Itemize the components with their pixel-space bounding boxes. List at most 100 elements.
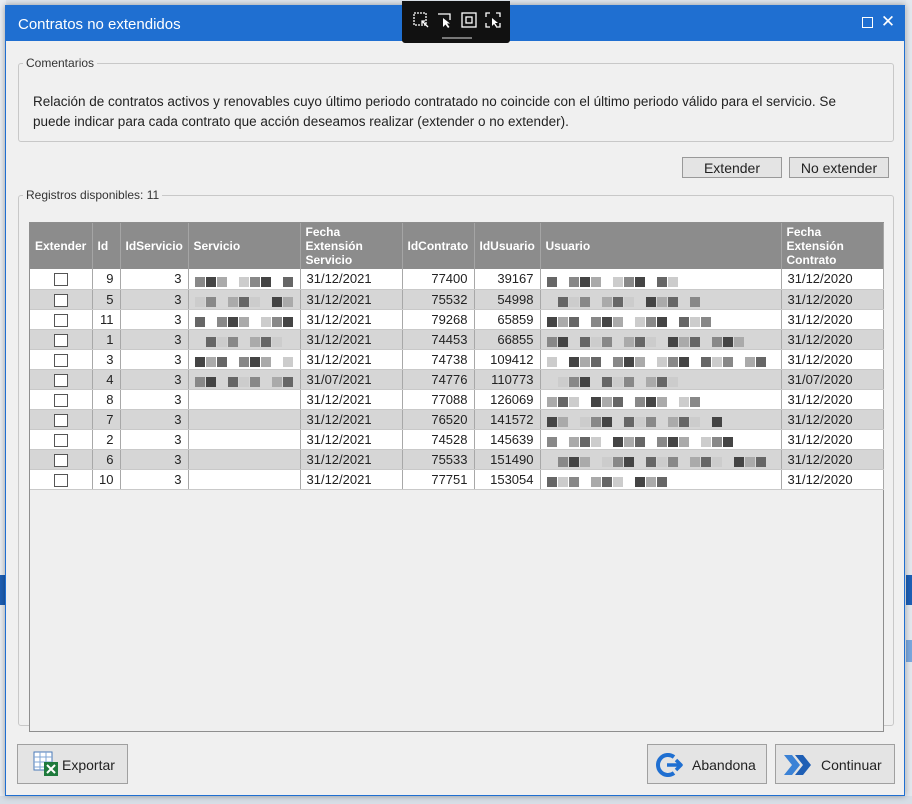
col-servicio[interactable]: Servicio	[188, 223, 301, 269]
snip-window-icon[interactable]	[460, 11, 478, 29]
id-cell: 5	[92, 289, 121, 310]
col-idcontrato[interactable]: IdContrato	[402, 223, 475, 269]
fecha-contrato-cell: 31/12/2020	[781, 309, 884, 330]
col-fecha-ext-servicio[interactable]: Fecha Extensión Servicio	[300, 223, 403, 269]
table-row[interactable]: 10 3 31/12/2021 77751 153054 31/12/2020	[30, 469, 884, 490]
idservicio-cell: 3	[120, 349, 189, 370]
fecha-servicio-cell: 31/12/2021	[300, 469, 403, 490]
servicio-cell	[188, 429, 301, 450]
usuario-cell	[540, 329, 782, 350]
redacted-text	[194, 275, 294, 287]
table-row[interactable]: 5 3 31/12/2021 75532 54998 31/12/2020	[30, 289, 884, 310]
servicio-cell	[188, 369, 301, 390]
extender-checkbox[interactable]	[53, 333, 68, 347]
extender-cell	[30, 329, 93, 350]
idusuario-cell: 151490	[474, 449, 541, 470]
snip-toolbar-handle[interactable]	[442, 37, 472, 39]
usuario-cell	[540, 469, 782, 490]
col-usuario[interactable]: Usuario	[540, 223, 782, 269]
col-extender[interactable]: Extender	[30, 223, 93, 269]
idcontrato-cell: 74738	[402, 349, 475, 370]
abandona-button[interactable]: Abandona	[647, 744, 767, 784]
id-cell: 7	[92, 409, 121, 430]
snip-freeform-icon[interactable]	[436, 11, 454, 29]
extender-checkbox[interactable]	[53, 473, 68, 487]
exportar-button[interactable]: Exportar	[17, 744, 128, 784]
fecha-servicio-cell: 31/12/2021	[300, 449, 403, 470]
table-row[interactable]: 7 3 31/12/2021 76520 141572 31/12/2020	[30, 409, 884, 430]
fecha-contrato-cell: 31/12/2020	[781, 469, 884, 490]
usuario-cell	[540, 289, 782, 310]
idservicio-cell: 3	[120, 309, 189, 330]
idusuario-cell: 109412	[474, 349, 541, 370]
redacted-text	[546, 315, 723, 328]
idusuario-cell: 39167	[474, 269, 541, 290]
servicio-cell	[188, 409, 301, 430]
fecha-servicio-cell: 31/12/2021	[300, 329, 403, 350]
redacted-text	[546, 395, 701, 408]
table-row[interactable]: 6 3 31/12/2021 75533 151490 31/12/2020	[30, 449, 884, 470]
exportar-label: Exportar	[62, 757, 115, 773]
idservicio-cell: 3	[120, 329, 189, 350]
table-header: Extender Id IdServicio Servicio Fecha Ex…	[30, 223, 884, 269]
idusuario-cell: 54998	[474, 289, 541, 310]
servicio-cell	[188, 329, 301, 350]
idusuario-cell: 153054	[474, 469, 541, 490]
table-row[interactable]: 8 3 31/12/2021 77088 126069 31/12/2020	[30, 389, 884, 410]
idcontrato-cell: 75533	[402, 449, 475, 470]
idservicio-cell: 3	[120, 449, 189, 470]
table-row[interactable]: 9 3 31/12/2021 77400 39167 31/12/2020	[30, 269, 884, 290]
servicio-cell	[188, 269, 301, 290]
redacted-text	[546, 415, 723, 428]
fecha-contrato-cell: 31/12/2020	[781, 289, 884, 310]
extender-checkbox[interactable]	[53, 313, 68, 327]
col-id[interactable]: Id	[92, 223, 121, 269]
continuar-button[interactable]: Continuar	[775, 744, 895, 784]
table-row[interactable]: 2 3 31/12/2021 74528 145639 31/12/2020	[30, 429, 884, 450]
table-row[interactable]: 3 3 31/12/2021 74738 109412 31/12/2020	[30, 349, 884, 370]
idcontrato-cell: 77751	[402, 469, 475, 490]
records-grid: Extender Id IdServicio Servicio Fecha Ex…	[29, 222, 884, 732]
snip-fullscreen-icon[interactable]	[484, 11, 502, 29]
redacted-text	[546, 335, 745, 348]
no-extender-button[interactable]: No extender	[789, 157, 889, 178]
extender-checkbox[interactable]	[53, 453, 68, 467]
extender-checkbox[interactable]	[53, 373, 68, 387]
col-idservicio[interactable]: IdServicio	[120, 223, 189, 269]
fecha-contrato-cell: 31/07/2020	[781, 369, 884, 390]
extender-checkbox[interactable]	[53, 273, 68, 287]
table-row[interactable]: 11 3 31/12/2021 79268 65859 31/12/2020	[30, 309, 884, 330]
table-row[interactable]: 1 3 31/12/2021 74453 66855 31/12/2020	[30, 329, 884, 350]
extender-cell	[30, 429, 93, 450]
col-idusuario[interactable]: IdUsuario	[474, 223, 541, 269]
records-legend: Registros disponibles: 11	[26, 188, 160, 202]
extender-cell	[30, 349, 93, 370]
extender-cell	[30, 449, 93, 470]
extender-checkbox[interactable]	[53, 353, 68, 367]
usuario-cell	[540, 409, 782, 430]
table-row[interactable]: 4 3 31/07/2021 74776 110773 31/07/2020	[30, 369, 884, 390]
snip-rect-icon[interactable]	[412, 11, 430, 29]
fecha-servicio-cell: 31/12/2021	[300, 429, 403, 450]
extender-checkbox[interactable]	[53, 293, 68, 307]
idcontrato-cell: 74528	[402, 429, 475, 450]
extender-button[interactable]: Extender	[682, 157, 782, 178]
maximize-icon[interactable]	[859, 14, 875, 30]
id-cell: 11	[92, 309, 121, 330]
idservicio-cell: 3	[120, 469, 189, 490]
idcontrato-cell: 74453	[402, 329, 475, 350]
fecha-contrato-cell: 31/12/2020	[781, 269, 884, 290]
extender-checkbox[interactable]	[53, 393, 68, 407]
redacted-text	[195, 335, 294, 348]
extender-checkbox[interactable]	[53, 413, 68, 427]
redacted-text	[546, 355, 767, 368]
window-title: Contratos no extendidos	[18, 16, 181, 33]
idcontrato-cell: 77088	[402, 389, 475, 410]
col-fecha-ext-contrato[interactable]: Fecha Extensión Contrato	[781, 223, 884, 269]
close-icon[interactable]: ✕	[880, 13, 896, 30]
redacted-text	[194, 375, 294, 388]
servicio-cell	[188, 289, 301, 310]
idservicio-cell: 3	[120, 289, 189, 310]
background-app-bottom	[0, 796, 912, 804]
extender-checkbox[interactable]	[53, 433, 68, 447]
